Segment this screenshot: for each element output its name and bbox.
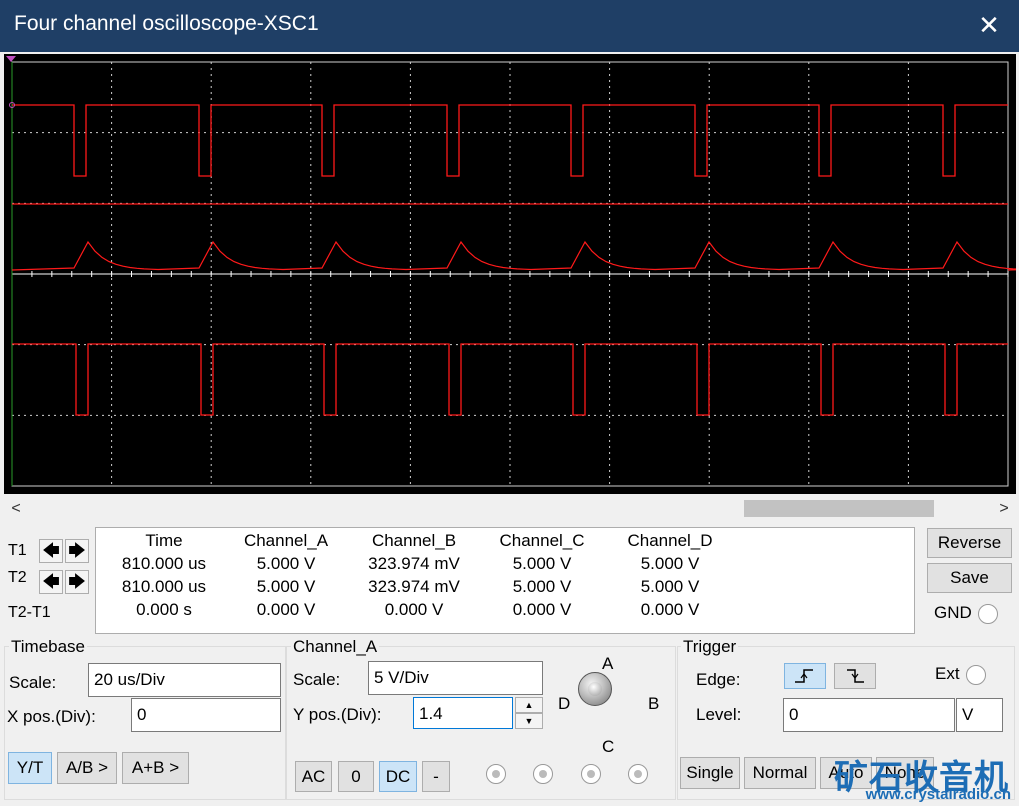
falling-edge-button[interactable] — [834, 663, 876, 689]
xpos-input[interactable]: 0 — [131, 698, 281, 732]
ypos-input[interactable]: 1.4 — [413, 697, 513, 729]
traces — [11, 104, 1016, 416]
readout-t2-channel-d: 5.000 V — [640, 577, 700, 596]
channel-a-radio[interactable] — [486, 764, 506, 784]
ab-button[interactable]: A/B > — [57, 752, 117, 784]
readout-header-channel-d: Channel_D — [627, 531, 713, 550]
scope-graph — [6, 56, 1016, 487]
timebase-scale-label: Scale: — [9, 673, 57, 692]
readout-header-channel-c: Channel_C — [499, 531, 585, 550]
ypos-label: Y pos.(Div): — [293, 705, 382, 724]
readout-header-channel-a: Channel_A — [243, 531, 329, 550]
oscilloscope-screen[interactable] — [4, 54, 1016, 494]
readout-t2-channel-a: 5.000 V — [256, 577, 316, 596]
scroll-thumb[interactable] — [744, 500, 934, 517]
rising-edge-icon — [795, 669, 813, 683]
channel-d-radio[interactable] — [628, 764, 648, 784]
horizontal-scrollbar[interactable]: < > — [4, 497, 1016, 521]
t2-left-arrow-icon[interactable]: 🡄 — [39, 570, 63, 594]
readout-header-channel-b: Channel_B — [371, 531, 457, 550]
readout-t2-channel-c: 5.000 V — [512, 577, 572, 596]
grid — [11, 61, 1009, 487]
readout-t2-channel-b: 323.974 mV — [368, 577, 460, 596]
knob-label-b: B — [648, 694, 660, 713]
trace-channel-c — [11, 240, 1016, 271]
knob-label-d: D — [558, 694, 571, 713]
ac-button[interactable]: AC — [295, 761, 332, 792]
scroll-right-icon[interactable]: > — [994, 499, 1014, 519]
falling-edge-icon — [847, 669, 864, 683]
ypos-spinner[interactable]: ▲ ▼ — [515, 697, 543, 729]
readout-t2-time: 810.000 us — [121, 577, 207, 596]
channel-title: Channel_A — [291, 637, 380, 657]
ext-label: Ext — [935, 664, 960, 683]
readout-t1-channel-a: 5.000 V — [256, 554, 316, 573]
t2t1-label: T2-T1 — [8, 604, 51, 621]
channel-scale-label: Scale: — [293, 670, 341, 689]
gnd-label: GND — [934, 603, 972, 622]
gnd-radio[interactable] — [978, 604, 998, 624]
knob-label-c: C — [602, 737, 615, 756]
cursor-panel: T1 🡄 🡆 T2 🡄 🡆 T2-T1 — [4, 527, 92, 633]
readout-t1-time: 810.000 us — [121, 554, 207, 573]
ext-radio[interactable] — [966, 665, 986, 685]
save-button[interactable]: Save — [927, 563, 1012, 593]
rising-edge-button[interactable] — [784, 663, 826, 689]
channel-scale-input[interactable]: 5 V/Div — [368, 661, 543, 695]
t2-label: T2 — [8, 569, 27, 586]
readout-delta-time: 0.000 s — [136, 600, 192, 619]
readout-delta-channel-c: 0.000 V — [512, 600, 572, 619]
channel-b-radio[interactable] — [533, 764, 553, 784]
readout-header-time: Time — [145, 531, 183, 550]
zero-button[interactable]: 0 — [338, 761, 374, 792]
watermark-url: www.crystalradio.cn — [865, 786, 1011, 803]
title-bar: Four channel oscilloscope-XSC1 ✕ — [0, 0, 1019, 52]
reverse-button[interactable]: Reverse — [927, 528, 1012, 558]
close-icon[interactable]: ✕ — [973, 9, 1005, 41]
cursor-t1-marker[interactable] — [6, 56, 16, 62]
readout-t1-channel-b: 323.974 mV — [368, 554, 460, 573]
timebase-scale-input[interactable]: 20 us/Div — [88, 663, 281, 697]
yt-button[interactable]: Y/T — [8, 752, 52, 784]
measurement-readout: Time Channel_A Channel_B Channel_C Chann… — [95, 527, 915, 634]
spin-up-icon[interactable]: ▲ — [515, 697, 543, 713]
xpos-label: X pos.(Div): — [7, 707, 96, 726]
dc-button[interactable]: DC — [379, 761, 417, 792]
t1-left-arrow-icon[interactable]: 🡄 — [39, 539, 63, 563]
channel-selector-knob-icon[interactable] — [578, 672, 612, 706]
knob-label-a: A — [602, 654, 614, 673]
level-unit-select[interactable]: V — [956, 698, 1003, 732]
window-title: Four channel oscilloscope-XSC1 — [14, 12, 319, 35]
readout-t1-channel-c: 5.000 V — [512, 554, 572, 573]
t2-right-arrow-icon[interactable]: 🡆 — [65, 570, 89, 594]
normal-button[interactable]: Normal — [744, 757, 816, 789]
level-label: Level: — [696, 705, 742, 724]
timebase-title: Timebase — [9, 637, 88, 657]
spin-down-icon[interactable]: ▼ — [515, 713, 543, 729]
single-button[interactable]: Single — [680, 757, 740, 789]
trigger-title: Trigger — [681, 637, 739, 657]
scroll-left-icon[interactable]: < — [6, 499, 26, 519]
level-input[interactable]: 0 — [783, 698, 955, 732]
readout-t1-channel-d: 5.000 V — [640, 554, 700, 573]
readout-delta-channel-d: 0.000 V — [640, 600, 700, 619]
edge-label: Edge: — [696, 670, 741, 689]
a-plus-b-button[interactable]: A+B > — [122, 752, 189, 784]
t1-label: T1 — [8, 542, 27, 559]
t1-right-arrow-icon[interactable]: 🡆 — [65, 539, 89, 563]
readout-delta-channel-a: 0.000 V — [256, 600, 316, 619]
invert-button[interactable]: - — [422, 761, 450, 792]
channel-c-radio[interactable] — [581, 764, 601, 784]
watermark: 矿石收音机 www.crystalradio.cn — [834, 750, 1015, 804]
readout-delta-channel-b: 0.000 V — [384, 600, 444, 619]
